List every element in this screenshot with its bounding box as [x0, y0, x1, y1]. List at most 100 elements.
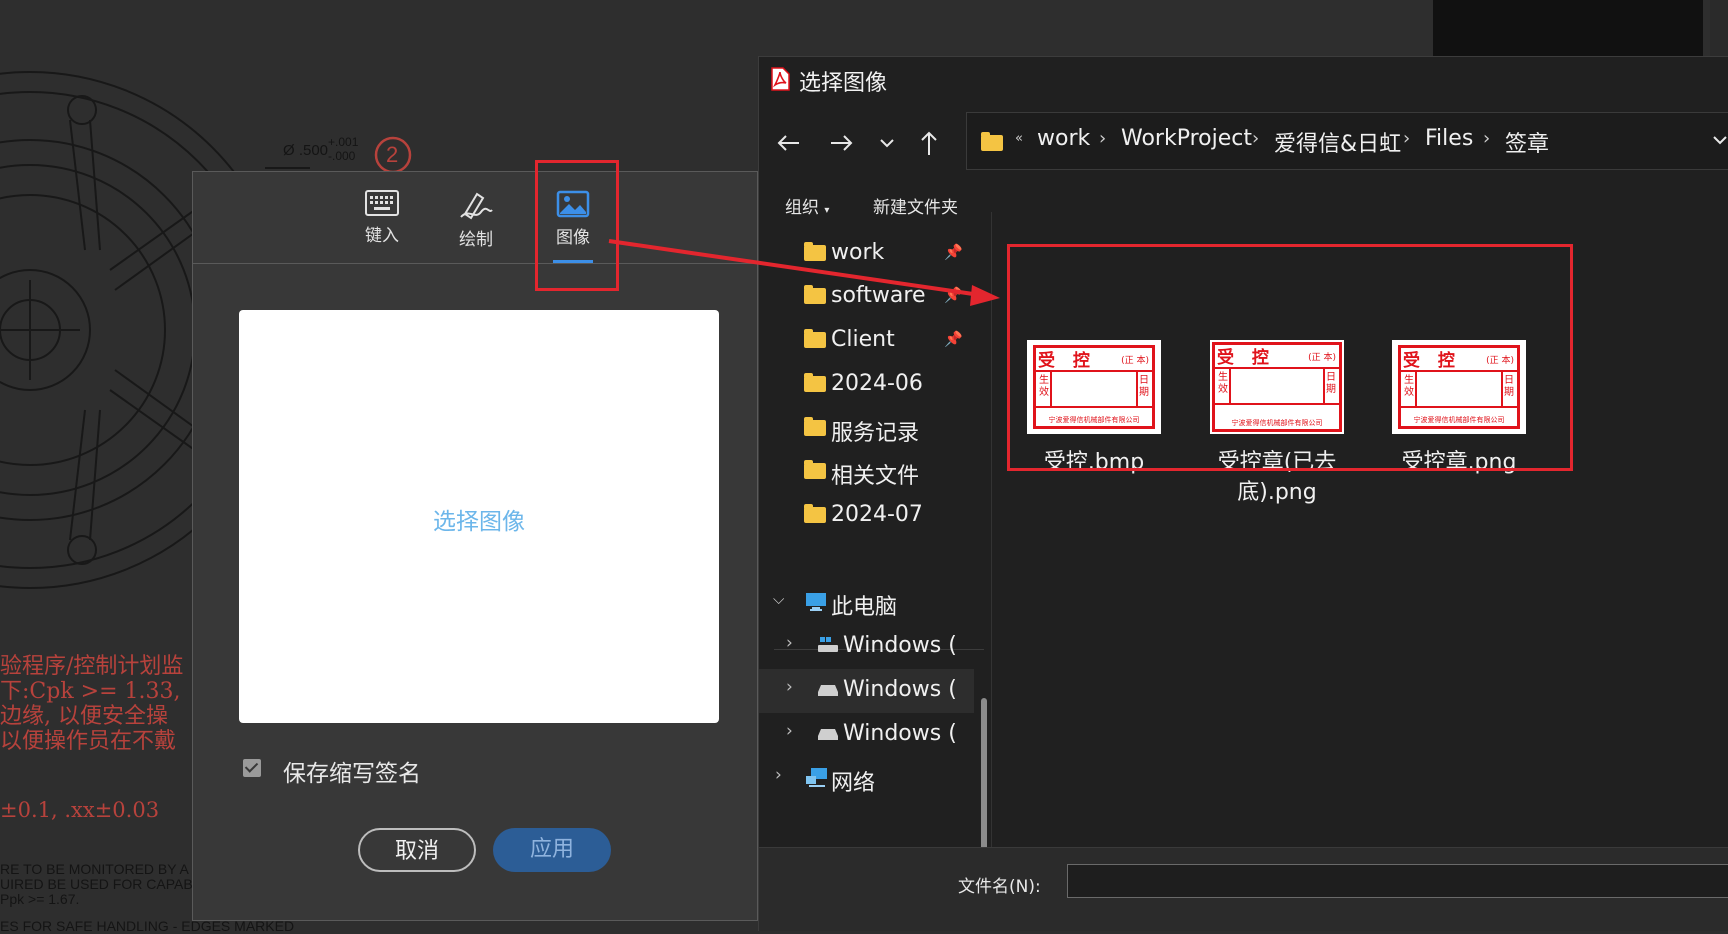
- nav-item-2024-07[interactable]: 2024-07: [759, 494, 974, 538]
- pdf-icon: [771, 67, 790, 91]
- save-initials-label[interactable]: 保存缩写签名: [283, 754, 421, 788]
- save-initials-checkbox[interactable]: [243, 759, 261, 777]
- files-highlight: [1007, 244, 1573, 471]
- folder-icon: [804, 460, 826, 479]
- nav-item-label: software: [831, 283, 926, 308]
- nav-item-work[interactable]: work 📌: [759, 232, 974, 276]
- forward-button[interactable]: [823, 125, 859, 161]
- breadcrumb-workproject[interactable]: WorkProject: [1121, 126, 1252, 151]
- recent-locations-button[interactable]: [869, 125, 905, 161]
- back-button[interactable]: [771, 125, 807, 161]
- tab-type[interactable]: 键入: [342, 190, 422, 246]
- background-strip: [1710, 0, 1728, 56]
- nav-item-drive-c[interactable]: › Windows (: [759, 625, 974, 669]
- nav-item-label: Windows (: [843, 677, 957, 702]
- nav-item-label: Windows (: [843, 721, 957, 746]
- nav-item-drive-d[interactable]: › Windows (: [759, 669, 974, 713]
- tab-divider: [193, 263, 757, 264]
- breadcrumb-separator[interactable]: ›: [1252, 128, 1259, 149]
- dimension-text: Ø .500: [283, 142, 329, 159]
- tab-draw[interactable]: 绘制: [436, 190, 516, 250]
- folder-icon: [804, 329, 826, 348]
- file-open-dialog: 选择图像 « work › WorkProject › 爱得信&日虹 › Fil…: [758, 56, 1728, 931]
- nav-item-label: Windows (: [843, 633, 957, 658]
- filename-bar: 文件名(N):: [759, 847, 1728, 931]
- nav-item-label: work: [831, 240, 885, 265]
- nav-item-this-pc[interactable]: ⌵ 此电脑: [759, 581, 974, 625]
- nav-item-label: 服务记录: [831, 421, 920, 446]
- folder-icon: [804, 504, 826, 523]
- background-panel: [1433, 0, 1703, 56]
- dialog-title: 选择图像: [799, 71, 888, 96]
- pin-icon[interactable]: 📌: [944, 286, 963, 304]
- computer-icon: [806, 593, 826, 611]
- title-bar: 选择图像: [759, 57, 1728, 103]
- folder-icon: [804, 373, 826, 392]
- pin-icon[interactable]: 📌: [944, 243, 963, 261]
- chevron-down-icon: [880, 139, 894, 148]
- folder-icon: [804, 242, 826, 261]
- nav-item-drive-e[interactable]: › Windows (: [759, 713, 974, 757]
- nav-item-label: 2024-07: [831, 502, 923, 527]
- network-icon: [806, 768, 827, 787]
- image-tab-highlight: [535, 160, 619, 291]
- folder-icon: [804, 285, 826, 304]
- select-image-area[interactable]: 选择图像: [239, 310, 719, 723]
- overflow-chevron-icon[interactable]: «: [1015, 131, 1023, 146]
- filename-label: 文件名(N):: [958, 877, 1041, 897]
- cancel-button[interactable]: 取消: [358, 828, 476, 872]
- breadcrumb-separator[interactable]: ›: [1403, 128, 1410, 149]
- chevron-right-icon[interactable]: ›: [786, 721, 793, 741]
- chevron-right-icon[interactable]: ›: [786, 677, 793, 697]
- red-note-4: 以便操作员在不戴: [0, 729, 177, 754]
- navigation-pane: work 📌 software 📌 Client 📌 2024-06 服务记录 …: [759, 232, 991, 931]
- drive-icon: [818, 685, 838, 696]
- drive-icon: [818, 729, 838, 740]
- nav-item-label: 2024-06: [831, 371, 923, 396]
- nav-item-label: Client: [831, 327, 895, 352]
- breadcrumb-signatures[interactable]: 签章: [1505, 126, 1549, 158]
- nav-item-software[interactable]: software 📌: [759, 275, 974, 319]
- note-line-1: RE TO BE MONITORED BY A: [0, 861, 189, 877]
- nav-item-label: 此电脑: [831, 595, 898, 620]
- address-bar[interactable]: « work › WorkProject › 爱得信&日虹 › Files › …: [966, 112, 1728, 170]
- up-button[interactable]: [911, 125, 947, 161]
- pin-icon[interactable]: 📌: [944, 330, 963, 348]
- signature-dialog: 键入 绘制 图像 选择图像 保存缩写签名 取消 应用: [192, 171, 758, 921]
- apply-button[interactable]: 应用: [493, 828, 611, 872]
- nav-item-network[interactable]: › 网络: [759, 757, 974, 801]
- nav-item-client[interactable]: Client 📌: [759, 319, 974, 363]
- filename-input[interactable]: [1067, 864, 1728, 898]
- nav-item-related-files[interactable]: 相关文件: [759, 450, 974, 494]
- pane-divider: [991, 212, 992, 847]
- drive-icon: [818, 637, 838, 652]
- breadcrumb-files[interactable]: Files: [1425, 126, 1473, 151]
- breadcrumb-separator[interactable]: ›: [1099, 128, 1106, 149]
- select-image-text[interactable]: 选择图像: [239, 502, 719, 536]
- nav-item-service-records[interactable]: 服务记录: [759, 407, 974, 451]
- pen-icon: [460, 192, 493, 220]
- folder-icon: [981, 132, 1003, 151]
- organize-label: 组织: [785, 198, 819, 218]
- arrow-up-icon: [921, 131, 937, 155]
- note-line-3: Ppk >= 1.67.: [0, 891, 80, 907]
- arrow-right-icon: [831, 135, 853, 151]
- address-dropdown-icon[interactable]: [1709, 129, 1728, 151]
- tolerance-plus: +.001: [328, 135, 359, 149]
- breadcrumb-separator[interactable]: ›: [1483, 128, 1490, 149]
- organize-menu[interactable]: 组织 ▾: [785, 193, 829, 218]
- nav-item-label: 网络: [831, 771, 876, 796]
- note-line-2: UIRED BE USED FOR CAPAB: [0, 876, 193, 892]
- tab-draw-label: 绘制: [459, 230, 493, 250]
- folder-icon: [804, 417, 826, 436]
- chevron-right-icon[interactable]: ›: [775, 765, 782, 785]
- breadcrumb-client[interactable]: 爱得信&日虹: [1274, 126, 1401, 158]
- chevron-down-icon[interactable]: ⌵: [773, 590, 784, 608]
- new-folder-button[interactable]: 新建文件夹: [873, 193, 958, 218]
- caret-down-icon: ▾: [824, 205, 830, 216]
- nav-item-2024-06[interactable]: 2024-06: [759, 363, 974, 407]
- breadcrumb-work[interactable]: work: [1037, 126, 1090, 151]
- balloon-number: 2: [386, 142, 399, 167]
- chevron-right-icon[interactable]: ›: [786, 633, 793, 653]
- tolerance-minus: -.000: [328, 149, 356, 163]
